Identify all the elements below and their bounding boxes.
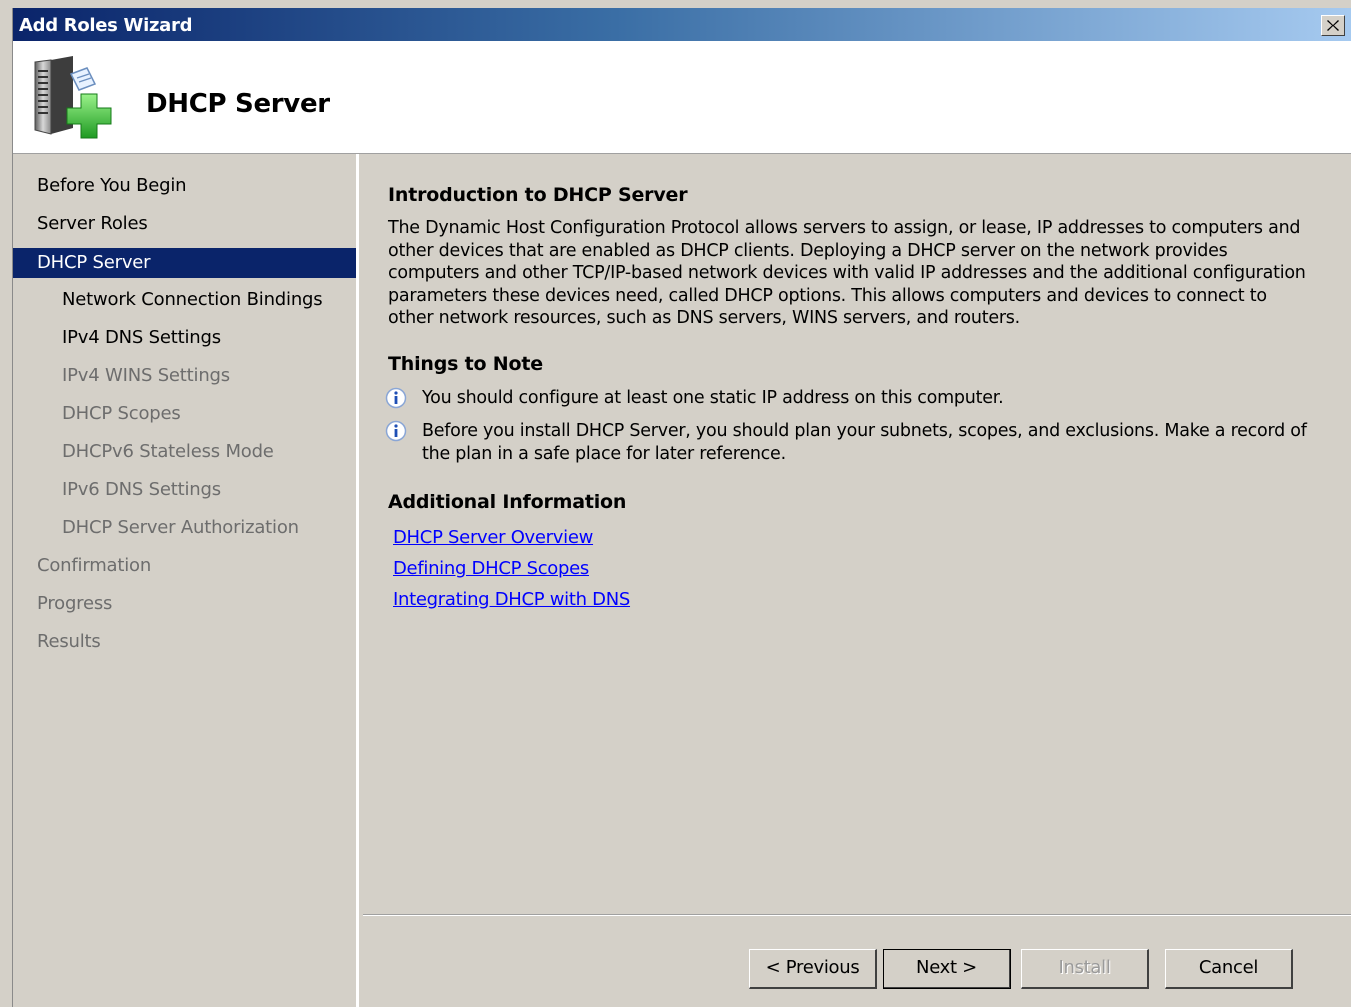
cancel-button[interactable]: Cancel	[1165, 949, 1293, 989]
button-bar: < Previous Next > Install Cancel	[363, 914, 1351, 1007]
sidebar-item-ipv4-wins-settings: IPv4 WINS Settings	[62, 365, 230, 386]
sidebar-item-results: Results	[37, 631, 101, 652]
wizard-header: DHCP Server	[13, 41, 1351, 154]
link-dhcp-server-overview[interactable]: DHCP Server Overview	[393, 527, 593, 548]
notes-heading: Things to Note	[388, 353, 543, 375]
sidebar-item-server-roles[interactable]: Server Roles	[13, 206, 356, 244]
note-text: You should configure at least one static…	[422, 388, 1004, 408]
sidebar-item-dhcpv6-stateless-mode: DHCPv6 Stateless Mode	[62, 441, 274, 462]
sidebar-item-before-you-begin[interactable]: Before You Begin	[13, 168, 356, 206]
page-title: DHCP Server	[146, 89, 330, 119]
link-integrating-dhcp-with-dns[interactable]: Integrating DHCP with DNS	[393, 589, 630, 610]
note-item: Before you install DHCP Server, you shou…	[385, 420, 1315, 465]
wizard-window: Add Roles Wizard DHCP Server Before You …	[12, 8, 1351, 1007]
additional-info-heading: Additional Information	[388, 491, 627, 513]
note-text: Before you install DHCP Server, you shou…	[422, 421, 1307, 464]
sidebar-item-dhcp-server-authorization: DHCP Server Authorization	[62, 517, 299, 538]
sidebar-item-dhcp-server[interactable]: DHCP Server	[13, 248, 356, 278]
sidebar-item-ipv4-dns-settings[interactable]: IPv4 DNS Settings	[13, 320, 356, 358]
wizard-steps-sidebar: Before You Begin Server Roles DHCP Serve…	[13, 154, 359, 1007]
previous-button[interactable]: < Previous	[749, 949, 877, 989]
info-icon	[385, 387, 407, 409]
sidebar-item-dhcp-scopes: DHCP Scopes	[62, 403, 181, 424]
link-defining-dhcp-scopes[interactable]: Defining DHCP Scopes	[393, 558, 589, 579]
sidebar-item-ipv6-dns-settings: IPv6 DNS Settings	[62, 479, 221, 500]
note-item: You should configure at least one static…	[385, 387, 1315, 410]
sidebar-item-network-connection-bindings[interactable]: Network Connection Bindings	[13, 282, 356, 320]
server-add-icon	[34, 56, 112, 139]
info-icon	[385, 420, 407, 442]
close-icon	[1327, 20, 1339, 31]
intro-heading: Introduction to DHCP Server	[388, 184, 688, 206]
sidebar-item-confirmation: Confirmation	[37, 555, 152, 576]
title-bar[interactable]: Add Roles Wizard	[13, 8, 1351, 41]
install-button: Install	[1021, 949, 1149, 989]
next-button[interactable]: Next >	[883, 949, 1011, 989]
main-content: Introduction to DHCP Server The Dynamic …	[363, 154, 1351, 913]
close-button[interactable]	[1321, 15, 1345, 36]
intro-paragraph: The Dynamic Host Configuration Protocol …	[388, 218, 1306, 328]
sidebar-item-progress: Progress	[37, 593, 113, 614]
window-title: Add Roles Wizard	[19, 15, 193, 36]
